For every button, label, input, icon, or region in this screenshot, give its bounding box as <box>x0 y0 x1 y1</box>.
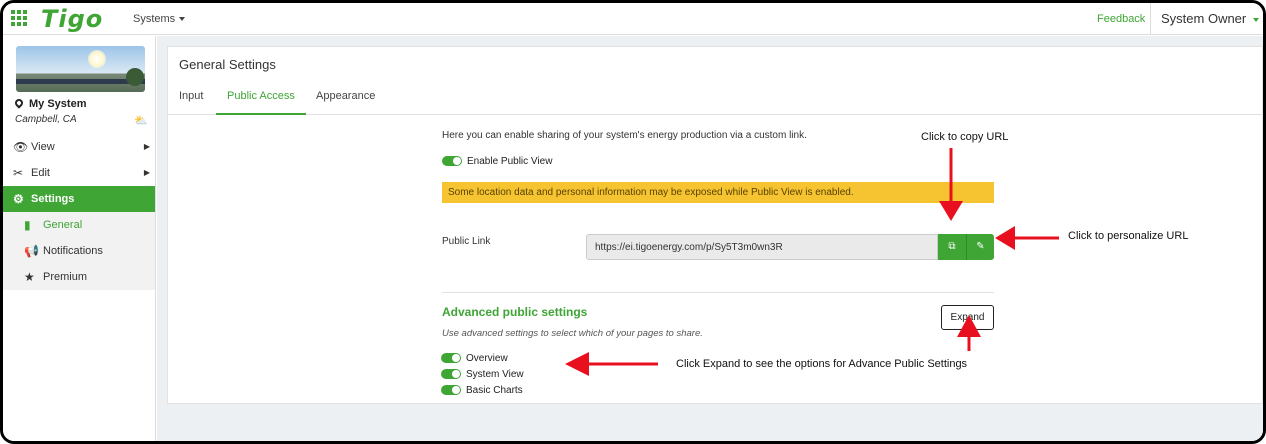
system-image[interactable] <box>16 46 145 92</box>
chevron-right-icon: ▶ <box>143 168 150 177</box>
apps-grid-icon[interactable] <box>11 10 27 26</box>
sidebar-item-view[interactable]: 👁 View ▶ <box>3 134 155 160</box>
sidebar-item-premium[interactable]: ★ Premium <box>3 264 155 290</box>
toggle-switch[interactable] <box>441 385 461 396</box>
copy-url-button[interactable]: ⧉ <box>938 234 966 260</box>
settings-card: General Settings Input Public Access App… <box>167 46 1263 404</box>
system-name: My System <box>13 97 86 110</box>
privacy-warning-banner: Some location data and personal informat… <box>442 182 994 203</box>
expand-button[interactable]: Expand <box>941 305 994 330</box>
public-access-description: Here you can enable sharing of your syst… <box>442 130 807 141</box>
section-divider <box>442 292 994 293</box>
tab-appearance[interactable]: Appearance <box>316 90 375 115</box>
tab-bar: Input Public Access Appearance <box>168 81 1263 115</box>
location-pin-icon <box>13 97 25 109</box>
chevron-right-icon: ▶ <box>143 142 150 151</box>
sidebar-item-settings[interactable]: ⚙ Settings <box>3 186 155 212</box>
eye-icon: 👁 <box>13 140 29 154</box>
gear-icon: ⚙ <box>13 192 24 206</box>
feedback-link[interactable]: Feedback <box>1097 13 1145 25</box>
sidebar-item-general[interactable]: ▮ General <box>3 212 155 238</box>
sidebar: My System Campbell, CA ⛅ 👁 View ▶ ✂ Edit… <box>3 36 156 441</box>
page-title: General Settings <box>179 57 276 72</box>
pencil-icon: ✎ <box>976 241 985 252</box>
screenshot-frame: Tigo Systems Feedback System Owner My Sy… <box>0 0 1266 444</box>
personalize-url-button[interactable]: ✎ <box>966 234 994 260</box>
enable-public-view-toggle[interactable]: Enable Public View <box>442 156 552 167</box>
option-system-view[interactable]: System View <box>441 369 524 380</box>
toggle-switch[interactable] <box>441 369 461 380</box>
tools-icon: ✂ <box>13 166 24 180</box>
chevron-down-icon <box>1253 17 1260 22</box>
partly-cloudy-icon: ⛅ <box>134 115 148 127</box>
chevron-down-icon <box>179 17 186 22</box>
public-link-label: Public Link <box>442 236 491 247</box>
sidebar-item-edit[interactable]: ✂ Edit ▶ <box>3 160 155 186</box>
systems-menu[interactable]: Systems <box>133 13 186 25</box>
settings-submenu: ▮ General 📢 Notifications ★ Premium <box>3 212 155 290</box>
sidebar-item-notifications[interactable]: 📢 Notifications <box>3 238 155 264</box>
top-bar: Tigo Systems Feedback System Owner <box>3 3 1263 35</box>
option-basic-charts[interactable]: Basic Charts <box>441 385 523 396</box>
user-menu[interactable]: System Owner <box>1150 3 1263 35</box>
sidebar-nav: 👁 View ▶ ✂ Edit ▶ ⚙ Settings ▮ General 📢 <box>3 134 155 290</box>
star-icon: ★ <box>24 270 35 284</box>
tigo-logo[interactable]: Tigo <box>41 5 103 33</box>
megaphone-icon: 📢 <box>24 244 39 258</box>
public-link-input[interactable] <box>586 234 938 260</box>
annotation-expand: Click Expand to see the options for Adva… <box>676 358 968 370</box>
copy-icon: ⧉ <box>948 241 956 252</box>
option-overview[interactable]: Overview <box>441 353 508 364</box>
advanced-settings-title: Advanced public settings <box>442 305 588 319</box>
book-icon: ▮ <box>24 218 31 232</box>
user-menu-label: System Owner <box>1161 11 1247 26</box>
toggle-switch[interactable] <box>441 353 461 364</box>
annotation-copy-url: Click to copy URL <box>921 131 1009 143</box>
advanced-settings-description: Use advanced settings to select which of… <box>442 328 703 339</box>
annotation-personalize-url: Click to personalize URL <box>1068 230 1189 242</box>
system-location: Campbell, CA <box>15 114 77 125</box>
toggle-switch[interactable] <box>442 156 462 167</box>
systems-menu-label: Systems <box>133 13 176 25</box>
tab-input[interactable]: Input <box>179 90 203 115</box>
tab-public-access[interactable]: Public Access <box>216 90 306 115</box>
